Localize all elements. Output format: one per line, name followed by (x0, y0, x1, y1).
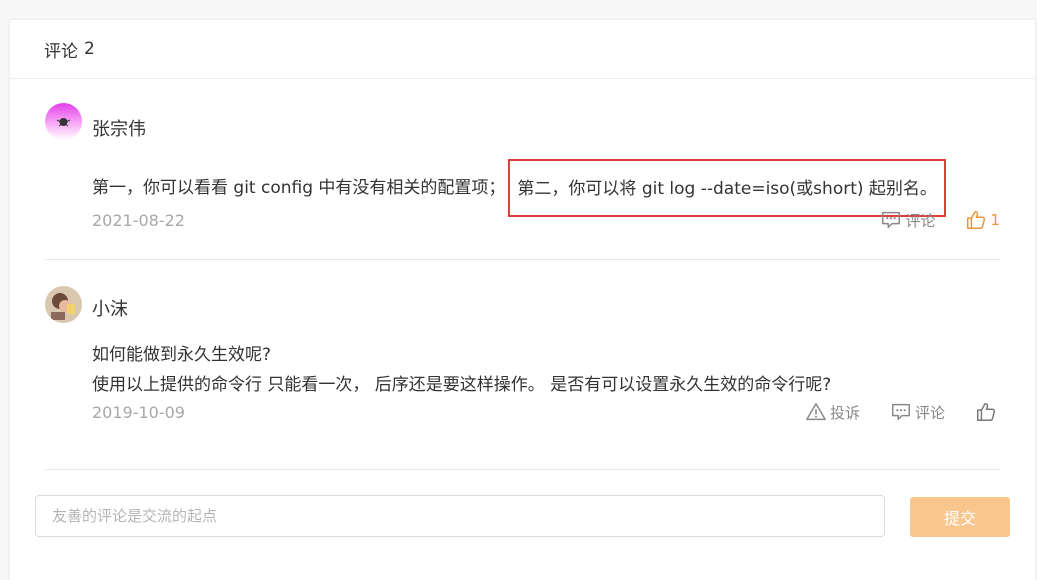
comment-item: 小沫 如何能做到永久生效呢? 使用以上提供的命令行 只能看一次， 后序还是要这样… (45, 260, 1000, 470)
comment-date: 2019-10-09 (92, 403, 185, 422)
thumbs-up-icon (967, 211, 986, 229)
comment-icon (892, 403, 910, 421)
comment-input-row: 提交 (35, 495, 1010, 539)
comments-card: 评论 2 张宗伟 第一，你可以看看 git config 中有没有相关的配置项；… (10, 20, 1035, 580)
comment-icon (882, 211, 901, 229)
comment-username[interactable]: 小沫 (92, 295, 128, 321)
comment-reply-button[interactable]: 评论 (880, 209, 935, 231)
comment-reply-label: 评论 (914, 403, 945, 422)
like-button[interactable]: 1 (965, 209, 1000, 231)
comment-text-line: 使用以上提供的命令行 只能看一次， 后序还是要这样操作。 是否有可以设置永久生效… (92, 375, 832, 395)
avatar[interactable] (45, 103, 82, 140)
comment-item: 张宗伟 第一，你可以看看 git config 中有没有相关的配置项； 第二，你可… (45, 79, 1000, 260)
comment-username[interactable]: 张宗伟 (92, 115, 146, 141)
warning-icon (806, 403, 826, 421)
comment-text: 第一，你可以看看 git config 中有没有相关的配置项； (92, 178, 506, 198)
avatar[interactable] (45, 286, 82, 323)
comment-date: 2021-08-22 (92, 211, 185, 230)
comment-body: 如何能做到永久生效呢? 使用以上提供的命令行 只能看一次， 后序还是要这样操作。… (92, 340, 831, 400)
submit-button[interactable]: 提交 (910, 497, 1010, 537)
comment-text-line: 如何能做到永久生效呢? (92, 345, 272, 365)
like-button[interactable] (975, 401, 1000, 423)
report-button[interactable]: 投诉 (805, 401, 860, 423)
thumbs-up-icon (977, 403, 996, 421)
comment-actions: 投诉 评论 (775, 401, 1000, 423)
comments-title: 评论 (44, 41, 78, 62)
comments-header: 评论 2 (10, 20, 1035, 79)
comment-body: 第一，你可以看看 git config 中有没有相关的配置项； 第二，你可以将 g… (92, 159, 946, 217)
report-label: 投诉 (829, 403, 860, 422)
comment-input[interactable] (35, 495, 885, 537)
comments-count: 2 (84, 39, 95, 59)
like-count: 1 (990, 211, 1000, 229)
comment-actions: 评论 1 (850, 209, 1000, 231)
comment-reply-button[interactable]: 评论 (890, 401, 945, 423)
comment-reply-label: 评论 (905, 211, 936, 230)
